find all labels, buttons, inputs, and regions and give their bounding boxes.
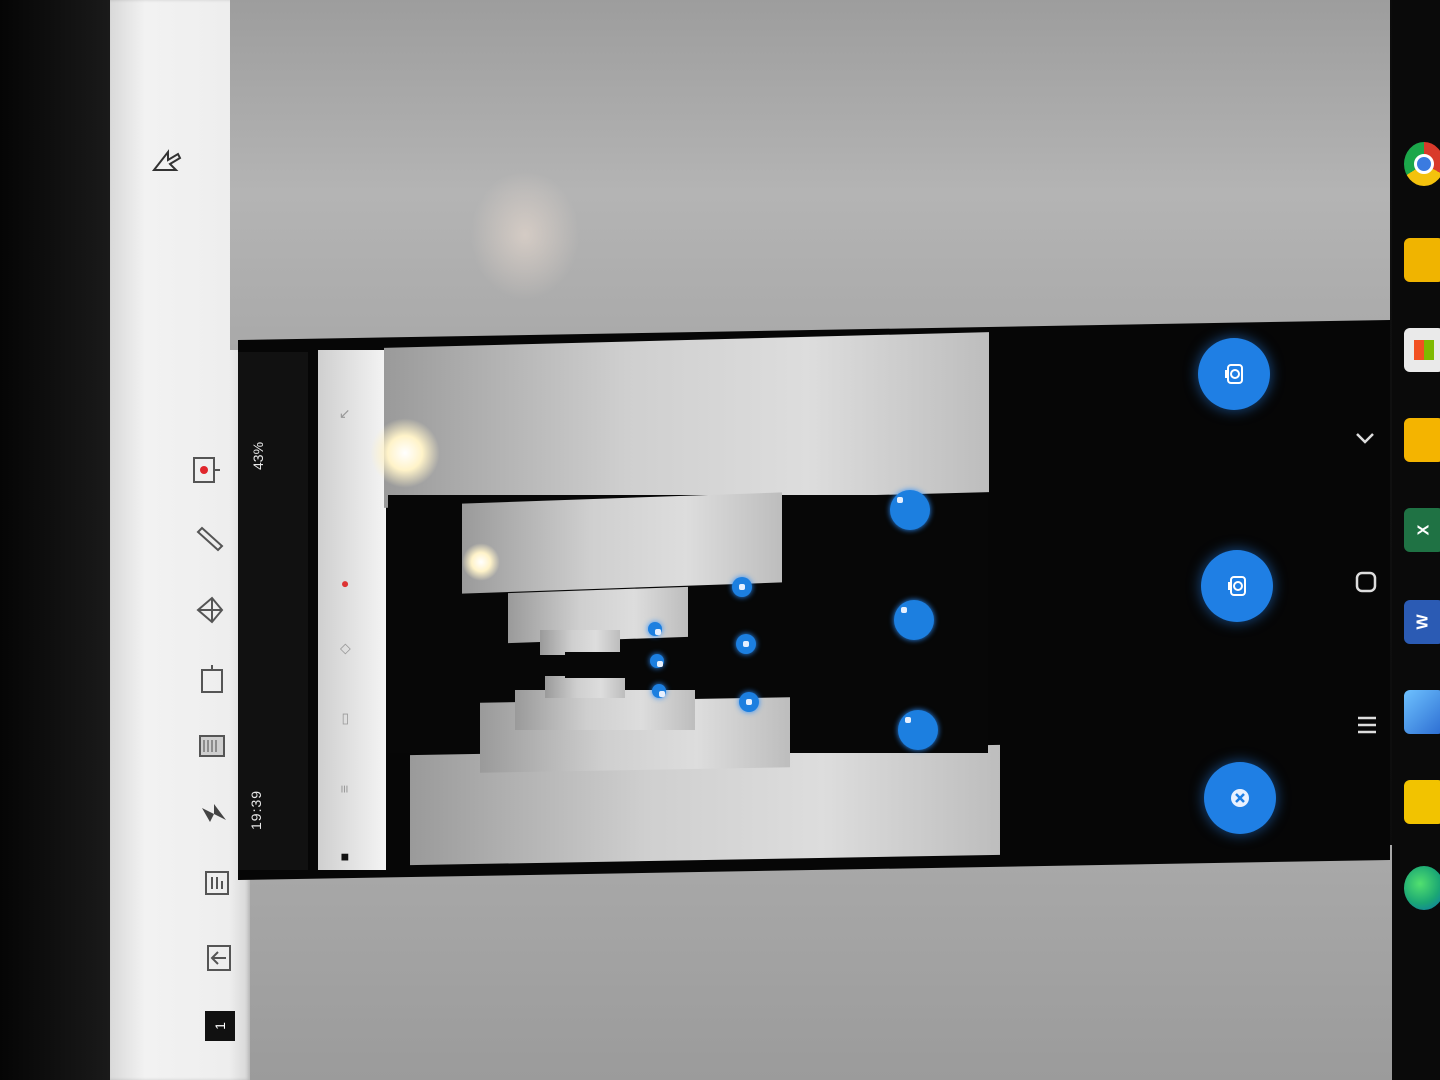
inner-notes-icon: ≡	[336, 784, 352, 794]
record-icon[interactable]	[184, 448, 228, 492]
camera-icon	[1225, 364, 1243, 384]
close-floating-button[interactable]	[1204, 762, 1276, 834]
excel-icon[interactable]: X	[1404, 508, 1440, 552]
app-icon[interactable]	[1404, 690, 1440, 734]
screen-icon[interactable]	[190, 658, 234, 702]
recents-icon	[1358, 716, 1376, 734]
photo-of-screen: 1 19:39 43% ↖ ● ◇ ▭ ≡ ■ X W	[0, 0, 1440, 1080]
nav-home-button[interactable]	[1351, 567, 1381, 597]
capture-button-2[interactable]	[1201, 550, 1273, 622]
notes-icon[interactable]	[194, 860, 238, 904]
mid-camera-dot-2	[894, 600, 934, 640]
close-icon	[1231, 789, 1249, 807]
camera-icon	[1228, 576, 1246, 596]
folder-icon[interactable]	[1404, 238, 1440, 282]
word-icon[interactable]: W	[1404, 600, 1440, 644]
inner-record-icon: ●	[336, 579, 352, 589]
files-icon[interactable]	[1404, 418, 1440, 462]
shape-icon[interactable]	[188, 588, 232, 632]
mini-dot-5	[650, 654, 664, 668]
nav-recents-button[interactable]	[1352, 710, 1382, 740]
nav-back-button[interactable]	[1350, 422, 1380, 452]
tunnel-layer-4-bottom	[545, 676, 625, 698]
edge-icon[interactable]	[1404, 866, 1440, 910]
side-toolbar: 1	[110, 0, 250, 1080]
light-reflection	[370, 418, 440, 488]
mini-camera-dot-2	[736, 634, 756, 654]
chrome-icon[interactable]	[1404, 142, 1440, 186]
flash-icon[interactable]	[192, 792, 236, 836]
inner-page-icon: ■	[336, 852, 352, 862]
upload-icon[interactable]	[196, 936, 240, 980]
tunnel-layer-1-top	[384, 332, 989, 508]
inner-pointer-icon: ↖	[336, 408, 352, 420]
tunnel-vanishing-point	[565, 652, 635, 678]
keyboard-icon[interactable]	[190, 724, 234, 768]
status-battery: 43%	[250, 441, 266, 470]
page-icon[interactable]: 1	[198, 1004, 242, 1048]
whiteboard-area-bottom	[250, 845, 1400, 1080]
sticky-icon[interactable]	[1404, 780, 1440, 824]
page-number: 1	[205, 1011, 235, 1041]
mid-camera-dot-1	[890, 490, 930, 530]
mini-close-dot	[739, 692, 759, 712]
light-reflection-2	[462, 543, 500, 581]
pointer-icon[interactable]	[144, 138, 188, 182]
inner-shape-icon: ◇	[336, 643, 352, 655]
whiteboard-area-top	[230, 0, 1390, 350]
store-icon[interactable]	[1404, 328, 1440, 372]
inner-screen-icon: ▭	[336, 712, 352, 726]
capture-button-1[interactable]	[1198, 338, 1270, 410]
monitor-bezel	[0, 0, 110, 1080]
mini-dot-4	[648, 622, 662, 636]
mini-dot-6	[652, 684, 666, 698]
mini-camera-dot-1	[732, 577, 752, 597]
home-icon	[1355, 571, 1377, 593]
pen-icon[interactable]	[186, 518, 230, 562]
mid-close-dot	[898, 710, 938, 750]
tunnel-layer-2-top	[462, 492, 782, 594]
chevron-icon	[1356, 433, 1374, 444]
status-time: 19:39	[248, 789, 264, 830]
light-glare	[470, 170, 580, 300]
